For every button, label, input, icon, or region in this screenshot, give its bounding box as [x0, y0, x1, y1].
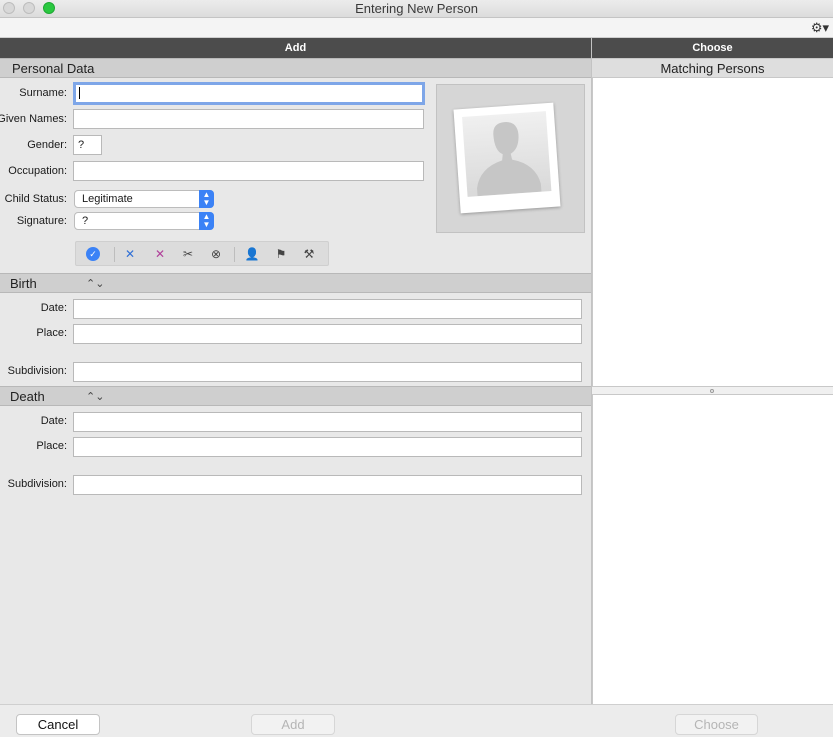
check-circle-icon[interactable]: ✓	[86, 247, 100, 261]
given-names-label: Given Names:	[0, 113, 67, 125]
toolbar-separator	[114, 247, 115, 262]
death-section-title: Death	[10, 389, 45, 404]
toolbar-separator	[234, 247, 235, 262]
gear-menu-icon[interactable]: ⚙▾	[811, 20, 829, 36]
toolbar: ⚙▾	[0, 18, 833, 38]
birth-subdivision-input[interactable]	[73, 362, 582, 382]
birth-subdivision-label: Subdivision:	[7, 365, 67, 377]
person-action-toolbar: ✓ ✕ ✕ ✂ ⊗ 👤 ⚑ ⚒	[75, 241, 329, 266]
matching-persons-header: Matching Persons	[592, 58, 833, 78]
add-button[interactable]: Add	[251, 714, 335, 735]
death-place-input[interactable]	[73, 437, 582, 457]
birth-place-label: Place:	[36, 327, 67, 339]
photo-well[interactable]	[436, 84, 585, 233]
occupation-label: Occupation:	[8, 165, 67, 177]
choose-button[interactable]: Choose	[675, 714, 758, 735]
window-title: Entering New Person	[355, 1, 478, 16]
death-date-input[interactable]	[73, 412, 582, 432]
cancel-button[interactable]: Cancel	[16, 714, 100, 735]
text-caret	[79, 87, 80, 99]
split-view-divider[interactable]	[592, 386, 833, 395]
death-place-label: Place:	[36, 440, 67, 452]
chevron-updown-icon: ▲ ▼	[199, 212, 214, 230]
surname-input[interactable]	[73, 82, 425, 105]
birth-date-label: Date:	[40, 302, 67, 314]
occupation-input[interactable]	[73, 161, 424, 181]
chevron-updown-icon[interactable]: ⌃⌄	[86, 388, 104, 407]
gender-input[interactable]: ?	[73, 135, 102, 155]
birth-section-header[interactable]: Birth ⌃⌄	[0, 273, 591, 293]
death-date-label: Date:	[40, 415, 67, 427]
signature-value: ?	[82, 215, 89, 227]
add-column-header: Add	[0, 38, 591, 58]
merge-x-icon[interactable]: ✕	[121, 246, 139, 262]
scissors-icon[interactable]: ✂	[179, 246, 197, 262]
hammer-icon[interactable]: ⚒	[300, 246, 318, 262]
gender-label: Gender:	[27, 139, 67, 151]
death-subdivision-label: Subdivision:	[7, 478, 67, 490]
splitter-handle[interactable]	[710, 389, 714, 393]
given-names-input[interactable]	[73, 109, 424, 129]
child-status-select[interactable]: Legitimate ▲ ▼	[74, 190, 214, 208]
person-icon[interactable]: 👤	[243, 246, 261, 262]
bottom-button-bar: Cancel Add Choose	[0, 704, 833, 737]
death-section-header[interactable]: Death ⌃⌄	[0, 386, 591, 406]
photo-placeholder-icon	[453, 102, 561, 214]
split-x-icon[interactable]: ✕	[151, 246, 169, 262]
title-bar: Entering New Person	[0, 0, 833, 18]
chevron-updown-icon[interactable]: ⌃⌄	[86, 275, 104, 294]
child-status-label: Child Status:	[4, 193, 67, 205]
personal-data-section-header: Personal Data	[0, 58, 591, 78]
birth-date-input[interactable]	[73, 299, 582, 319]
unlink-icon[interactable]: ⊗	[207, 246, 225, 262]
flag-icon[interactable]: ⚑	[272, 246, 290, 262]
death-subdivision-input[interactable]	[73, 475, 582, 495]
signature-select[interactable]: ? ▲ ▼	[74, 212, 214, 230]
birth-place-input[interactable]	[73, 324, 582, 344]
signature-label: Signature:	[16, 215, 67, 227]
birth-section-title: Birth	[10, 276, 37, 291]
choose-column-header: Choose	[592, 38, 833, 58]
surname-label: Surname:	[19, 87, 67, 99]
chevron-updown-icon: ▲ ▼	[199, 190, 214, 208]
child-status-value: Legitimate	[82, 193, 133, 205]
